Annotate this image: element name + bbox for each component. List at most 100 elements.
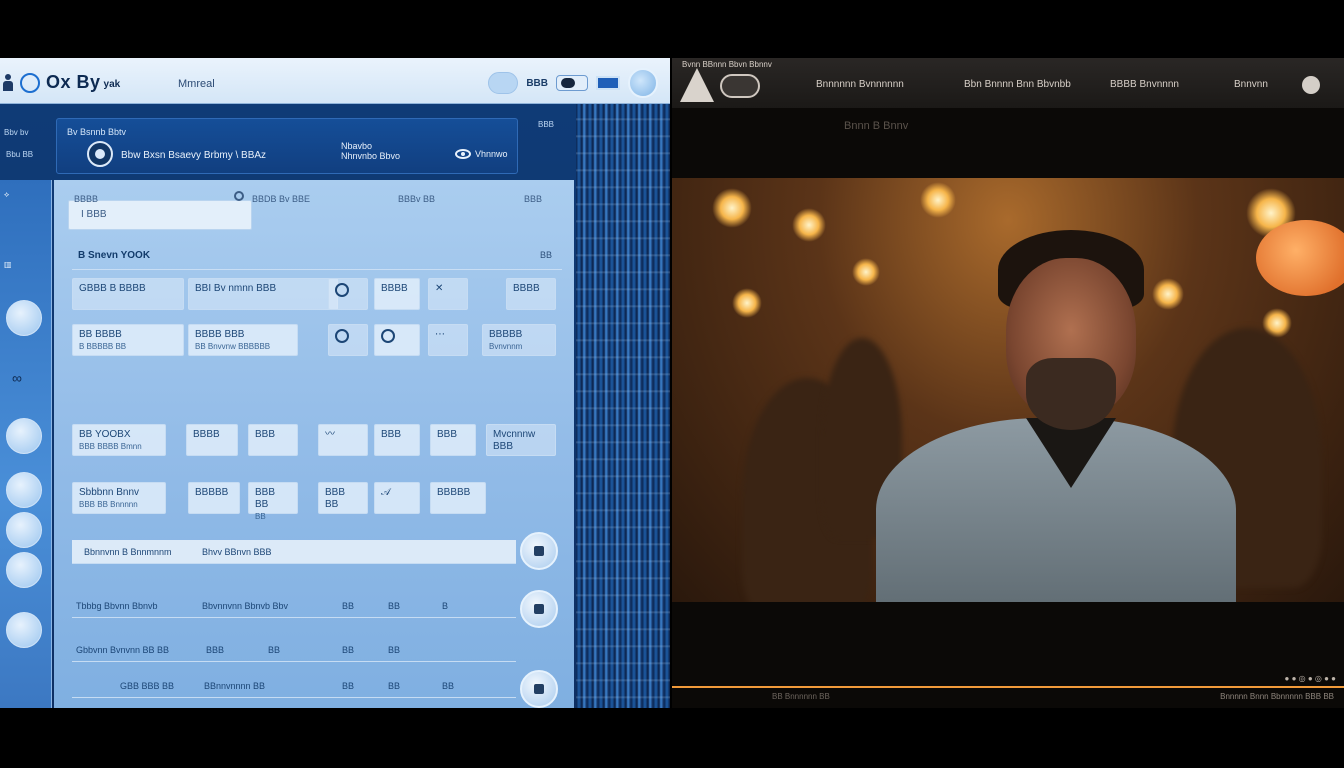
lamp-shape (1256, 220, 1344, 296)
list-item[interactable]: Tbbbg Bbvnn Bbnvb Bbvnnvnn Bbnvb Bbv BB … (72, 594, 516, 618)
grid-cell: BBB BB BB (248, 482, 298, 521)
search-input[interactable]: I BBB (68, 200, 252, 230)
grid-cell-main: BBBB BBB (195, 329, 245, 340)
list-item[interactable]: GBB BBB BB BBnnvnnnn BB BB BB BB (72, 674, 516, 698)
channel-pill[interactable] (720, 74, 760, 98)
filter-tag[interactable]: BBDB Bv BBE (252, 194, 310, 204)
grid-cell: BBB (248, 424, 298, 456)
list-item-col: BB (342, 681, 355, 691)
nav-item[interactable]: Bbn Bnnnn Bnn Bbvnbb (964, 79, 1071, 90)
list-item-col: BB (442, 681, 455, 691)
grid-cell: BBB (430, 424, 476, 456)
badge-icon (87, 141, 113, 167)
flag-icon[interactable] (596, 76, 620, 90)
sub-header-text: Bbw Bxsn Bsaevy Brbmy \ BBAz (121, 150, 267, 161)
circuit-decoration (576, 104, 670, 708)
list-item-col: BB (268, 645, 281, 655)
video-subtitle: Bnnn B Bnnv (844, 120, 909, 132)
top-menu-item[interactable]: Mmreal (178, 78, 215, 90)
filter-tag[interactable]: BBB (524, 194, 542, 204)
list-item-col: BB (388, 601, 401, 611)
grid-cell: BBBBB Bvnvnnm (482, 324, 556, 356)
light-glow (792, 208, 826, 242)
grid-cell (328, 278, 368, 310)
breadcrumb: Bvnn BBnnn Bbvn Bbnnv (682, 60, 772, 69)
grid-cell: BBB (374, 424, 420, 456)
list-item-meta: BBnnvnnnn BB (204, 681, 266, 691)
logo-subtext: yak (103, 79, 121, 90)
light-glow (732, 288, 762, 318)
sub-header-mid-line2: Nhnvnbo Bbvo (341, 151, 401, 161)
rail-item-home[interactable] (6, 300, 42, 336)
list-item-col: BB (342, 645, 355, 655)
action-button[interactable] (520, 532, 558, 570)
side-label: BBB (538, 120, 555, 129)
sub-header-title: Bv Bsnnb Bbtv (67, 127, 127, 137)
app-logo-icon[interactable] (680, 68, 714, 102)
view-button[interactable]: Vhnnwo (455, 149, 508, 159)
list-item-col: BB (388, 681, 401, 691)
video-frame[interactable] (672, 178, 1344, 602)
list-item-name: Gbbvnn Bvnvnn BB BB (76, 645, 170, 655)
grid-cell: BBB BB (318, 482, 368, 514)
grid-cell (328, 324, 368, 356)
rail-item-profile[interactable] (6, 512, 42, 548)
rail-item-search[interactable] (6, 418, 42, 454)
grid-cell-main: BB BBBB (79, 329, 122, 340)
side-label: Bbu BB (6, 150, 34, 159)
grid-cell: ✕ (428, 278, 468, 310)
logo-circle-icon (20, 72, 40, 93)
letterbox-bottom (0, 708, 1344, 768)
table-row[interactable]: BB BBBB B BBBBB BB BBBB BBB BB Bnvvnw BB… (72, 324, 562, 364)
filter-tag[interactable]: BBBB (74, 194, 98, 204)
nav-item[interactable]: Bnnvnn (1234, 79, 1268, 90)
player-controls: ● ● ◎ ● ◎ ● ● BB Bnnnnnn BB Bnnnnn Bnnn … (672, 674, 1344, 708)
list-item-name: GBB BBB BB (120, 681, 175, 691)
grid-cell: BB BBBB B BBBBB BB (72, 324, 184, 356)
grid-cell: BBBB BBB BB Bnvvnw BBBBBB (188, 324, 298, 356)
list-item-col: BB (342, 601, 355, 611)
status-icon (381, 329, 395, 343)
list-item[interactable]: Gbbvnn Bvnvnn BB BB BBB BB BB BB (72, 638, 516, 662)
eye-icon (455, 149, 471, 159)
grid-cell: BB YOOBX BBB BBBB Bmnn (72, 424, 166, 456)
nav-item[interactable]: BBBB Bnvnnnn (1110, 79, 1179, 90)
user-avatar[interactable] (628, 68, 658, 98)
player-icons[interactable]: ● ● ◎ ● ◎ ● ● (1285, 674, 1336, 683)
table-row[interactable]: BB YOOBX BBB BBBB Bmnn BBBB BBB 〰 BBB BB… (72, 424, 562, 464)
rail-item-more[interactable] (6, 612, 42, 648)
video-top-bar: Bvnn BBnnn Bbvn Bbnnv Bnnnnnn Bvnnnnnn B… (672, 58, 1344, 108)
grid-cell-sub: BB (255, 512, 266, 521)
table-row[interactable]: GBBB B BBBB BBI Bv nmnn BBB BBBB ✕ BBBB (72, 278, 562, 318)
logo-text: Ox By (46, 72, 101, 92)
mode-toggle[interactable] (556, 75, 588, 91)
search-icon[interactable] (234, 191, 244, 201)
panel-header: B Snevn YOOK BB (72, 244, 562, 270)
user-avatar[interactable] (1302, 76, 1320, 94)
rail-item-help[interactable] (6, 552, 42, 588)
brand-logo[interactable]: Ox By yak (2, 72, 120, 93)
list-item[interactable]: Bbnnvnn B Bnnmnnm Bhvv BBnvn BBB (72, 540, 516, 564)
grid-cell: BBBB (186, 424, 238, 456)
grid-cell-main: BB YOOBX (79, 429, 131, 440)
table-row[interactable]: Sbbbnn Bnnv BBB BB Bnnnnn BBBBB BBB BB B… (72, 482, 562, 522)
grid-cell: 𝒜 (374, 482, 420, 514)
filter-tag[interactable]: BBBv BB (398, 194, 435, 204)
panel-action[interactable]: BB (540, 250, 552, 260)
rail-item-settings[interactable] (6, 472, 42, 508)
grid-cell: BBBB (374, 278, 420, 310)
progress-bar[interactable] (672, 686, 1344, 688)
grid-cell: ⋯ (428, 324, 468, 356)
rail-label: ▥ (4, 260, 12, 269)
action-button[interactable] (520, 670, 558, 708)
list-item-meta: BBB (206, 645, 225, 655)
grid-cell: Mvcnnnw BBB (486, 424, 556, 456)
action-button[interactable] (520, 590, 558, 628)
nav-item[interactable]: Bnnnnnn Bvnnnnnn (816, 79, 904, 90)
rail-label: ⟡ (4, 190, 10, 199)
grid-cell-main: Sbbbnn Bnnv (79, 487, 140, 498)
grid-cell-sub: BBB BBBB Bmnn (79, 442, 142, 451)
chat-bubble-icon[interactable] (488, 72, 519, 94)
left-dashboard-window: Ox By yak Mmreal BBB Bbv bv Bbu BB BBB B… (0, 58, 670, 708)
search-value: I BBB (81, 209, 107, 220)
